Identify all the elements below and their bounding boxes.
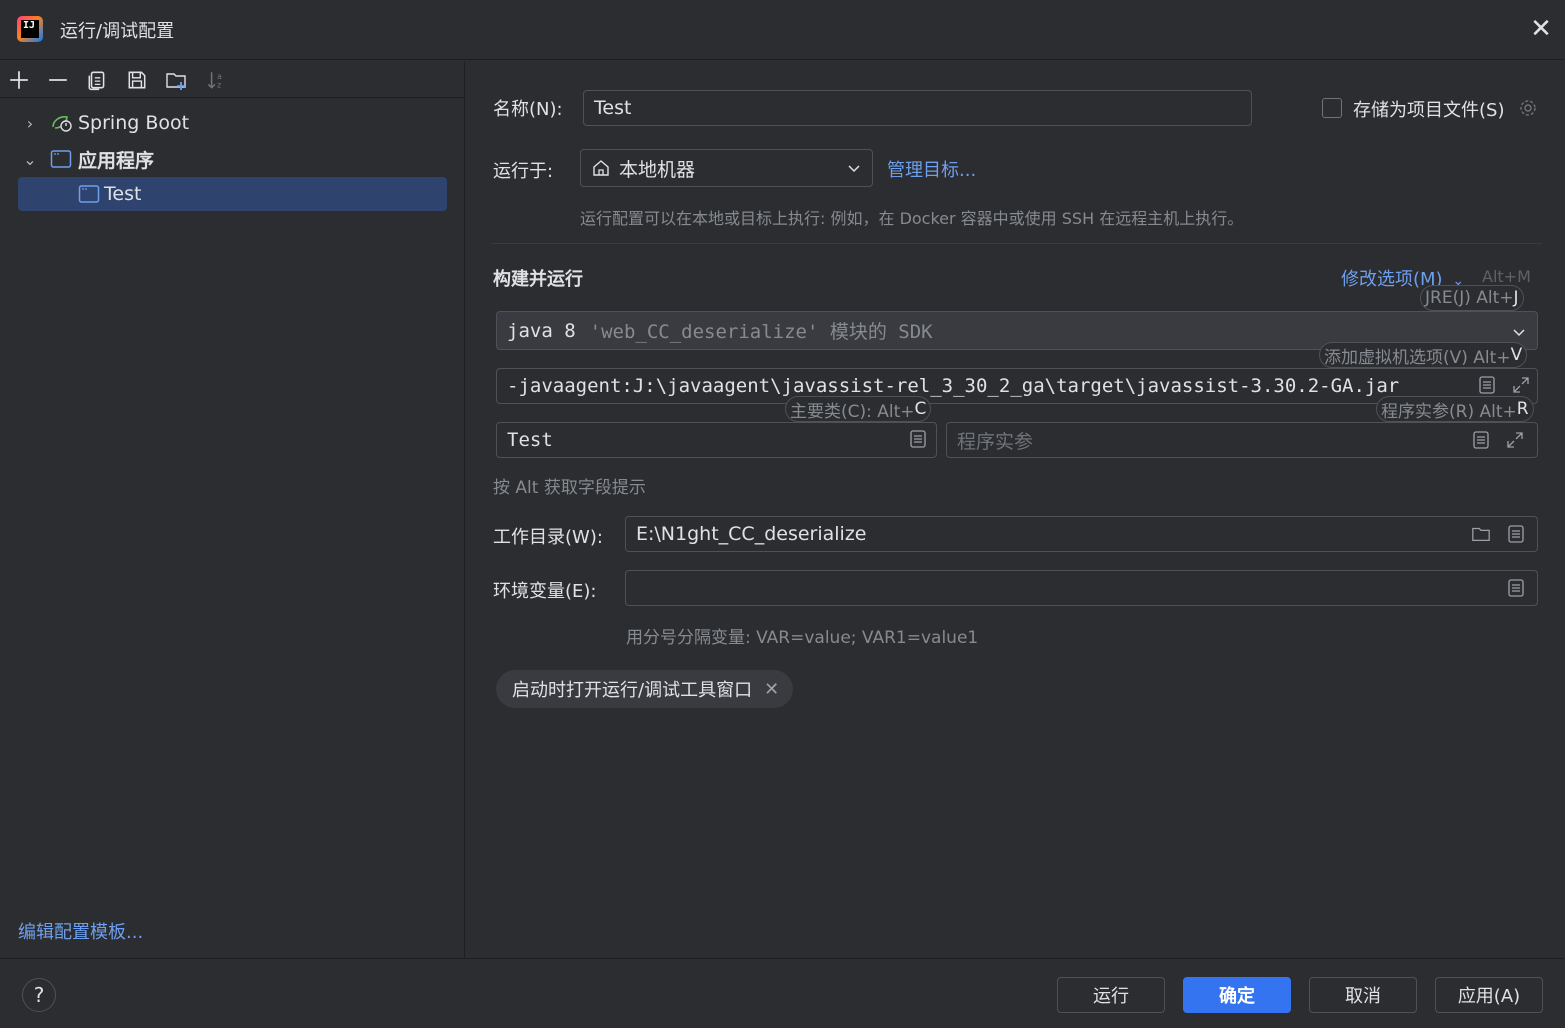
spring-boot-icon — [50, 112, 74, 134]
close-icon[interactable]: ✕ — [1528, 16, 1554, 42]
expand-icon[interactable] — [1504, 429, 1526, 451]
main-class-tooltip-key: C — [914, 399, 927, 419]
tree-item-label: 应用程序 — [78, 149, 155, 172]
program-args-tooltip-text: 程序实参(R) Alt+ — [1381, 401, 1517, 422]
jre-tooltip: JRE(J) Alt+ J — [1420, 285, 1524, 311]
sdk-java: java 8 — [507, 319, 576, 342]
document-icon[interactable] — [1505, 523, 1527, 545]
svg-text:z: z — [217, 81, 221, 90]
home-icon — [591, 157, 613, 179]
remove-icon[interactable] — [45, 67, 71, 93]
cancel-button[interactable]: 取消 — [1309, 977, 1417, 1013]
vm-tooltip-key: V — [1510, 345, 1523, 365]
chevron-right-icon[interactable]: › — [18, 114, 42, 133]
main-class-field[interactable]: Test — [496, 422, 937, 458]
run-on-label: 运行于: — [493, 161, 554, 182]
program-args-tooltip: 程序实参(R) Alt+ R — [1376, 396, 1534, 422]
tree-toolbar: az — [0, 61, 465, 98]
manage-targets-link[interactable]: 管理目标... — [887, 156, 976, 182]
store-project-checkbox[interactable] — [1322, 98, 1342, 118]
tree-item-label: Test — [104, 183, 142, 205]
close-icon[interactable]: ✕ — [764, 679, 779, 700]
document-icon[interactable] — [1470, 429, 1492, 451]
open-tool-window-chip[interactable]: 启动时打开运行/调试工具窗口 ✕ — [496, 670, 794, 708]
sdk-module: 'web_CC_deserialize' 模块的 SDK — [589, 321, 933, 343]
workdir-value: E:\N1ght_CC_deserialize — [636, 523, 867, 545]
tree-item-application[interactable]: ⌄ 应用程序 — [18, 142, 447, 176]
document-icon[interactable] — [1476, 374, 1498, 396]
workdir-label: 工作目录(W): — [493, 527, 603, 548]
chevron-down-icon[interactable]: ⌄ — [18, 150, 42, 169]
env-field[interactable] — [625, 570, 1538, 606]
program-args-field[interactable]: 程序实参 — [946, 422, 1538, 458]
svg-text:a: a — [217, 72, 222, 81]
tree-item-test[interactable]: Test — [18, 177, 447, 211]
store-project-label[interactable]: 存储为项目文件(S) — [1353, 96, 1504, 122]
gear-icon[interactable] — [1517, 97, 1539, 119]
new-folder-icon[interactable] — [163, 67, 189, 93]
build-run-title: 构建并运行 — [493, 269, 583, 290]
env-hint: 用分号分隔变量: VAR=value; VAR1=value1 — [626, 628, 979, 648]
copy-icon[interactable] — [84, 67, 110, 93]
name-label: 名称(N): — [493, 99, 563, 120]
help-button[interactable]: ? — [22, 978, 56, 1012]
modify-options-shortcut: Alt+M — [1482, 267, 1531, 286]
run-on-select[interactable]: 本地机器 — [580, 149, 873, 187]
application-icon — [50, 148, 74, 170]
expand-icon[interactable] — [1510, 374, 1532, 396]
env-label: 环境变量(E): — [493, 581, 597, 602]
title-bar — [0, 0, 1565, 60]
sort-icon: az — [203, 67, 229, 93]
program-args-placeholder: 程序实参 — [957, 430, 1034, 453]
jre-tooltip-text: JRE(J) Alt+ — [1425, 288, 1514, 308]
save-icon[interactable] — [124, 67, 150, 93]
run-button[interactable]: 运行 — [1057, 977, 1165, 1013]
vm-tooltip: 添加虚拟机选项(V) Alt+ V — [1319, 342, 1528, 368]
workdir-field[interactable]: E:\N1ght_CC_deserialize — [625, 516, 1538, 552]
apply-button[interactable]: 应用(A) — [1435, 977, 1543, 1013]
main-class-tooltip-text: 主要类(C): Alt+ — [790, 401, 915, 422]
chip-label: 启动时打开运行/调试工具窗口 — [512, 680, 753, 701]
application-icon — [78, 183, 102, 205]
intellij-logo-icon: IJ — [17, 16, 43, 42]
folder-icon[interactable] — [1470, 523, 1492, 545]
run-on-hint: 运行配置可以在本地或目标上执行: 例如，在 Docker 容器中或使用 SSH … — [580, 209, 1244, 228]
window-title: 运行/调试配置 — [60, 21, 175, 42]
main-class-tooltip: 主要类(C): Alt+ C — [785, 396, 932, 422]
program-args-tooltip-key: R — [1516, 399, 1529, 419]
ok-button[interactable]: 确定 — [1183, 977, 1291, 1013]
run-on-value: 本地机器 — [619, 158, 696, 181]
vm-tooltip-text: 添加虚拟机选项(V) Alt+ — [1324, 347, 1511, 368]
add-icon[interactable] — [6, 67, 32, 93]
vm-options-value: -javaagent:J:\javaagent\javassist-rel_3_… — [507, 375, 1400, 397]
main-class-value: Test — [507, 429, 553, 451]
tree-item-spring-boot[interactable]: › Spring Boot — [18, 106, 447, 140]
chevron-down-icon — [846, 159, 862, 175]
name-field[interactable]: Test — [583, 90, 1252, 126]
tree-item-label: Spring Boot — [78, 112, 190, 134]
chevron-down-icon — [1511, 323, 1527, 339]
jre-tooltip-key: J — [1513, 288, 1519, 308]
edit-templates-link[interactable]: 编辑配置模板... — [18, 918, 143, 944]
alt-hint: 按 Alt 获取字段提示 — [493, 478, 646, 498]
name-value: Test — [594, 97, 632, 119]
document-icon[interactable] — [907, 428, 929, 450]
separator — [492, 243, 1542, 244]
document-icon[interactable] — [1505, 577, 1527, 599]
